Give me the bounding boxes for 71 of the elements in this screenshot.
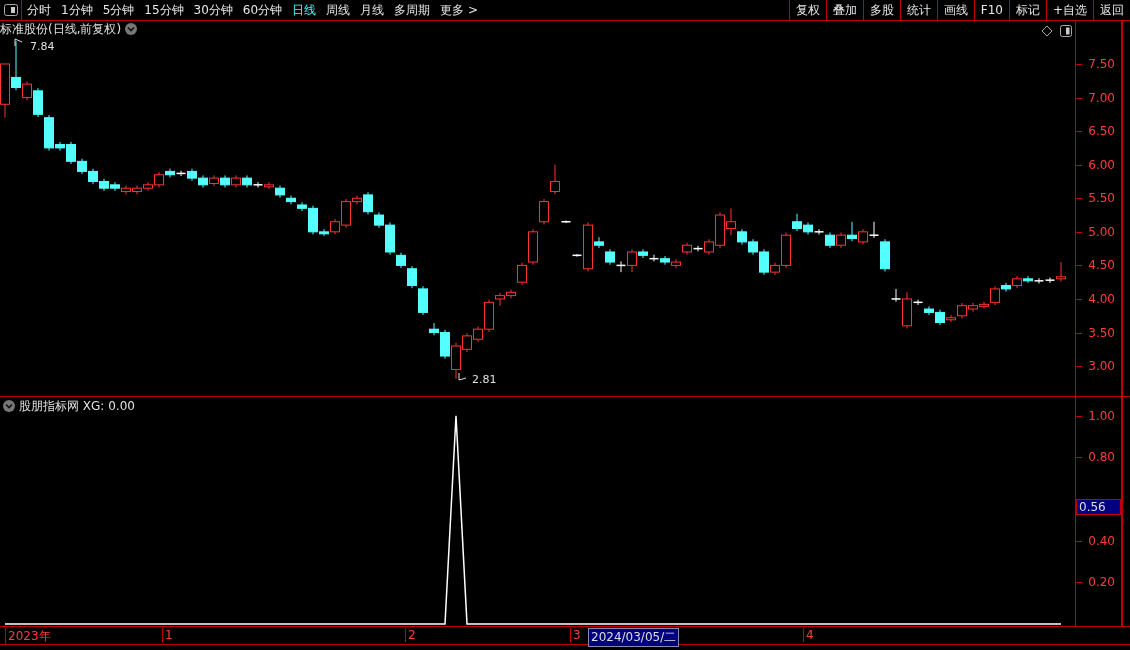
dropdown-icon[interactable]	[3, 400, 15, 412]
date-label: 2	[405, 628, 416, 642]
toolbar-button[interactable]: +自选	[1045, 0, 1093, 20]
candle	[660, 255, 670, 266]
period-tab[interactable]: 多周期	[389, 0, 436, 20]
indicator-title: 股朋指标网 XG: 0.00	[19, 399, 135, 413]
date-label: 1	[162, 628, 173, 642]
axis-label: 4.50	[1088, 258, 1115, 273]
candle	[88, 168, 98, 185]
candle	[132, 185, 142, 195]
candle	[286, 195, 296, 205]
candle	[847, 221, 857, 242]
dropdown-icon[interactable]	[125, 23, 138, 35]
axis-label: 4.00	[1088, 291, 1115, 306]
panel-toggle-icon[interactable]	[3, 4, 18, 16]
toolbar-button[interactable]: 标记	[1008, 0, 1046, 20]
toolbar-button[interactable]: F10	[973, 0, 1009, 20]
candle	[605, 248, 615, 266]
candle	[407, 265, 417, 289]
axis-label: 7.50	[1088, 56, 1115, 71]
cursor-date-label: 2024/03/05/二	[588, 628, 680, 647]
period-tab[interactable]: 周线	[321, 0, 356, 20]
period-tab[interactable]: 60分钟	[237, 0, 288, 20]
candle	[231, 174, 241, 188]
candle	[77, 158, 87, 175]
chart-title: 标准股份(日线,前复权)	[0, 22, 122, 36]
axis-label: 5.00	[1088, 224, 1115, 239]
axis-label: 3.00	[1088, 359, 1115, 374]
candle	[560, 219, 572, 224]
period-tab[interactable]: 15分钟	[139, 0, 189, 20]
period-tab[interactable]: 更多 >	[435, 0, 483, 20]
toolbar-button[interactable]: 复权	[788, 0, 826, 20]
panel-toggle-icon[interactable]	[1060, 25, 1072, 37]
low-price-label: 2.81	[472, 373, 497, 386]
axis-label: 7.00	[1088, 90, 1115, 105]
period-tab[interactable]: 月线	[355, 0, 390, 20]
candle	[198, 174, 208, 188]
candle	[209, 174, 219, 187]
toolbar-button[interactable]: 画线	[936, 0, 974, 20]
candle	[220, 174, 230, 188]
high-price-label: 7.84	[30, 40, 55, 53]
candle	[550, 164, 560, 195]
axis-label: 1.00	[1088, 408, 1115, 423]
axis-label: 6.50	[1088, 124, 1115, 139]
axis-label: 0.40	[1088, 533, 1115, 548]
date-label: 3	[570, 628, 581, 642]
period-tab[interactable]: 5分钟	[97, 0, 140, 20]
axis-label: 6.00	[1088, 157, 1115, 172]
candle	[418, 285, 428, 316]
toolbar-button[interactable]: 叠加	[825, 0, 863, 20]
axis-label: 5.50	[1088, 191, 1115, 206]
cursor-value-label: 0.56	[1076, 499, 1121, 516]
period-tab[interactable]: 分时	[22, 0, 56, 20]
candle	[539, 198, 549, 225]
toolbar-button[interactable]: 多股	[862, 0, 900, 20]
period-tab[interactable]: 30分钟	[188, 0, 238, 20]
date-label: 4	[803, 628, 814, 642]
candle	[671, 258, 681, 269]
period-tab[interactable]: 1分钟	[56, 0, 98, 20]
axis-label: 3.50	[1088, 325, 1115, 340]
diamond-icon[interactable]	[1041, 25, 1053, 37]
toolbar-button[interactable]: 统计	[899, 0, 937, 20]
candle	[836, 232, 846, 249]
date-label: 2023年	[5, 628, 51, 645]
axis-label: 0.80	[1088, 450, 1115, 465]
candle	[110, 181, 120, 192]
toolbar-button[interactable]: 返回	[1093, 0, 1130, 20]
candle	[121, 185, 131, 195]
candle	[858, 228, 868, 246]
period-tab[interactable]: 日线	[287, 0, 322, 20]
axis-label: 0.20	[1088, 575, 1115, 590]
